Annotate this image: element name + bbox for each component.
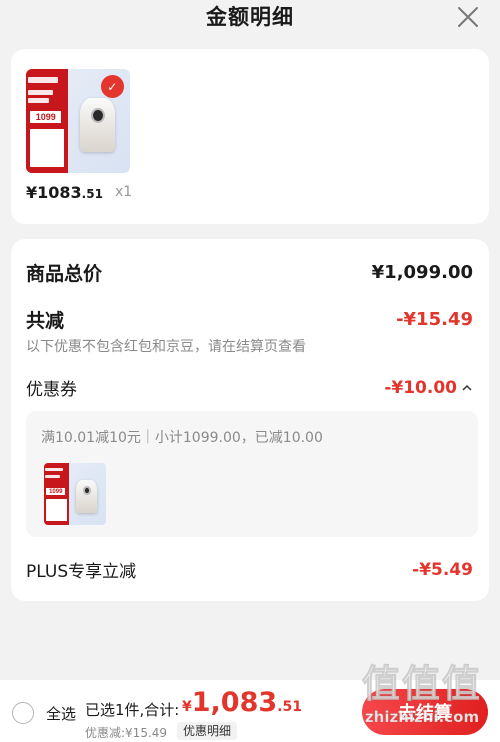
coupon-detail-box: 满10.01减10元｜小计1099.00，已减10.00 1099 — [26, 411, 478, 537]
coupon-description: 满10.01减10元｜小计1099.00，已减10.00 — [41, 430, 323, 446]
plus-discount-row: PLUS专享立减 -¥5.49 — [26, 557, 473, 583]
discount-hint: 以下优惠不包含红包和京豆，请在结算页查看 — [26, 339, 306, 355]
coupon-row[interactable]: 优惠券 -¥10.00 — [26, 375, 473, 400]
coupon-value: -¥10.00 — [384, 377, 457, 398]
product-quantity: x1 — [115, 184, 133, 200]
reduce-value: -¥15.49 — [396, 309, 473, 330]
reduce-label: 共减 — [26, 310, 65, 332]
discount-info: 优惠减:¥15.49 — [85, 726, 168, 740]
total-amount: ¥1,083.51 — [182, 687, 302, 718]
amount-detail-card: 商品总价 ¥1,099.00 共减 -¥15.49 以下优惠不包含红包和京豆，请… — [11, 239, 489, 601]
product-image[interactable]: 1099 ✓ — [26, 69, 130, 173]
coupon-image-price: 1099 — [46, 487, 66, 496]
product-price: ¥1083.51 — [26, 183, 103, 202]
plus-discount-label: PLUS专享立减 — [26, 562, 137, 582]
product-image-price: 1099 — [30, 110, 62, 124]
checkout-button[interactable]: 去结算 — [362, 689, 488, 735]
page-title: 金额明细 — [206, 5, 294, 29]
checkout-bar: 全选 已选1件,合计: ¥1,083.51 优惠减:¥15.49 优惠明细 去结… — [0, 680, 500, 742]
select-all-radio[interactable] — [12, 702, 34, 724]
coupon-product-image: 1099 — [44, 463, 106, 525]
total-price-label: 商品总价 — [26, 263, 103, 285]
total-price-value: ¥1,099.00 — [371, 262, 473, 283]
modal-header: 金额明细 — [0, 0, 500, 36]
select-all-label[interactable]: 全选 — [46, 703, 76, 724]
coupon-label: 优惠券 — [26, 380, 77, 400]
product-card: 1099 ✓ ¥1083.51 x1 — [11, 49, 489, 224]
reduce-row: 共减 -¥15.49 — [26, 306, 473, 333]
check-badge-icon: ✓ — [100, 75, 124, 99]
close-icon[interactable] — [456, 5, 480, 29]
discount-detail-link[interactable]: 优惠明细 — [177, 722, 238, 740]
total-price-row: 商品总价 ¥1,099.00 — [26, 259, 473, 286]
plus-discount-value: -¥5.49 — [412, 559, 473, 580]
chevron-up-icon[interactable] — [461, 382, 473, 394]
selected-info: 已选1件,合计: — [85, 701, 180, 719]
